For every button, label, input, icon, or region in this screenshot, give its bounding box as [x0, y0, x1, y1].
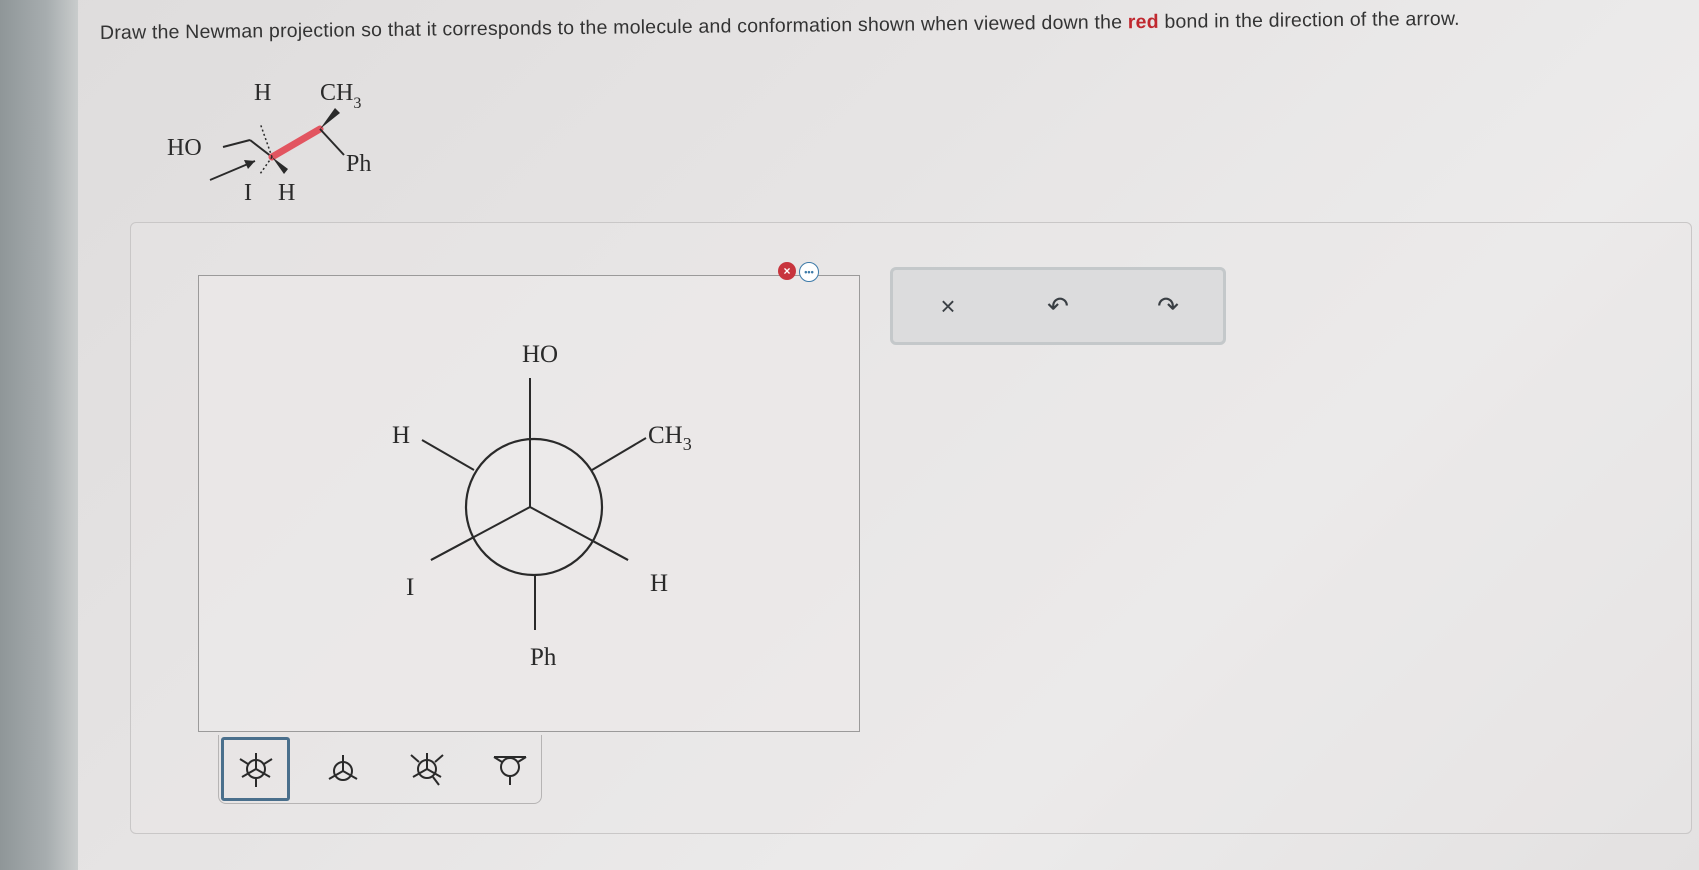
redo-button[interactable]: ↷: [1138, 291, 1198, 322]
newman-eclipsed-icon: [410, 753, 444, 786]
template-toolbar: [218, 735, 542, 804]
label-h-bottom: H: [278, 180, 295, 206]
newman-front-only-tool[interactable]: [312, 741, 374, 797]
newman-front-only-icon: [328, 755, 358, 781]
newman-label-ph: Ph: [530, 644, 557, 671]
molecule-structure: HO H I H CH3 Ph: [167, 80, 371, 206]
newman-label-i: I: [406, 574, 414, 601]
newman-eclipsed-tool[interactable]: [396, 741, 458, 797]
label-ch3: CH3: [320, 80, 361, 112]
newman-back-only-tool[interactable]: [479, 741, 541, 797]
newman-circle: [464, 437, 604, 577]
newman-staggered-tool[interactable]: [221, 737, 291, 801]
back-bond-upper-right: [591, 437, 647, 471]
newman-label-ch3: CH3: [648, 422, 692, 454]
newman-label-ho: HO: [522, 341, 558, 368]
red-bond: [268, 125, 324, 161]
question-text-start: Draw the Newman projection so that it co…: [99, 11, 1128, 44]
newman-label-h-left: H: [392, 422, 410, 449]
question-red-word: red: [1127, 10, 1159, 34]
back-bond-upper-left: [421, 439, 475, 471]
label-ph: Ph: [346, 151, 371, 177]
question-text: Draw the Newman projection so that it co…: [100, 8, 1460, 45]
newman-staggered-icon: [239, 753, 273, 787]
clear-button[interactable]: ×: [918, 291, 978, 322]
answer-status: × •••: [778, 262, 819, 282]
label-ho: HO: [167, 135, 202, 161]
x-circle-icon[interactable]: ×: [778, 262, 796, 280]
newman-label-h-right: H: [650, 570, 668, 597]
label-h-top: H: [254, 80, 271, 106]
newman-back-only-icon: [493, 756, 527, 785]
question-text-end: bond in the direction of the arrow.: [1158, 7, 1460, 33]
label-i: I: [244, 180, 252, 206]
left-window-edge: [0, 0, 78, 870]
ellipsis-icon[interactable]: •••: [799, 262, 819, 282]
newman-projection[interactable]: HO H CH3 I H Ph: [198, 275, 858, 730]
undo-button[interactable]: ↶: [1028, 291, 1088, 322]
action-panel: × ↶ ↷: [890, 267, 1226, 345]
